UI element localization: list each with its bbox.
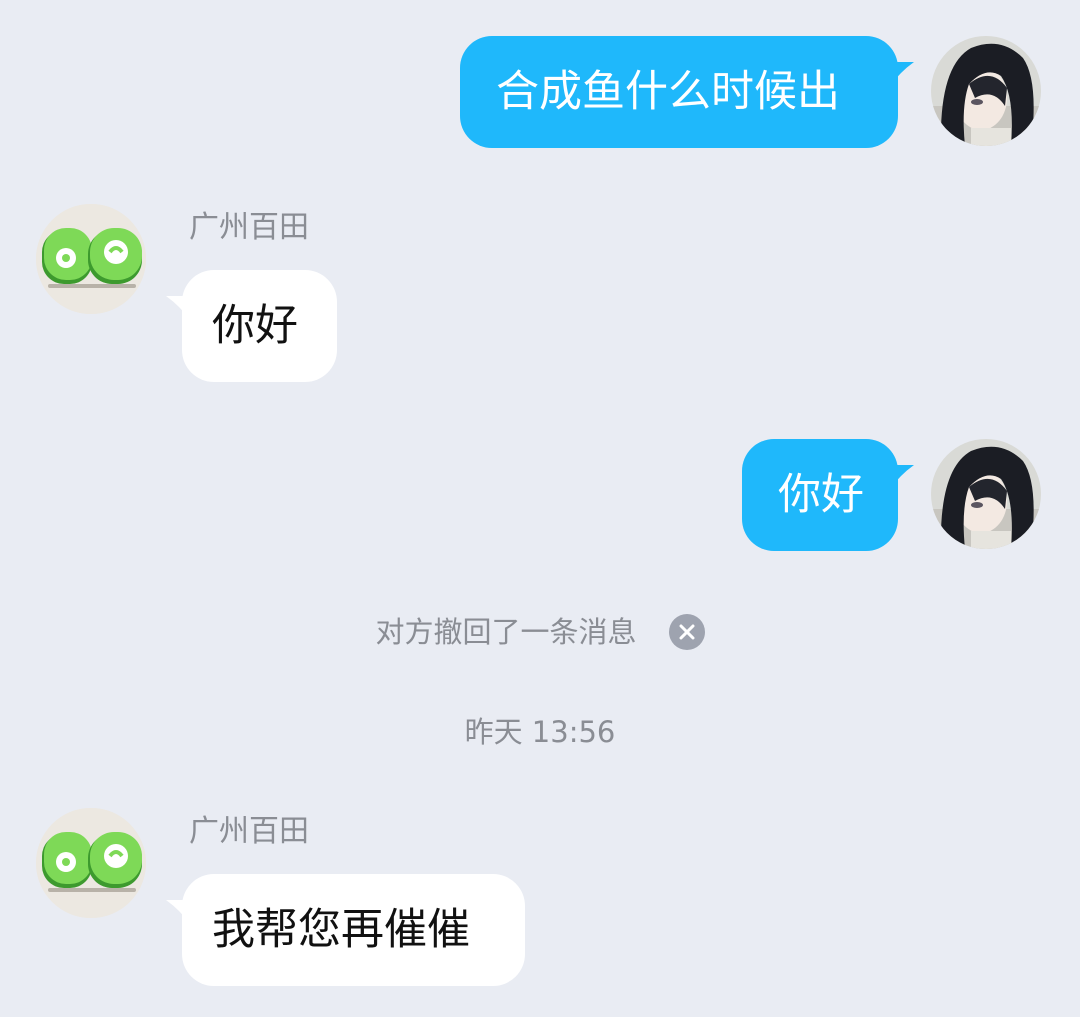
message-bubble-outgoing[interactable]: 你好 xyxy=(742,439,914,551)
bubble-tail xyxy=(166,296,190,320)
message-text: 我帮您再催催 xyxy=(212,905,470,955)
close-icon[interactable] xyxy=(668,614,705,650)
sender-name: 广州百田 xyxy=(189,814,309,849)
timestamp: 昨天 13:56 xyxy=(464,715,616,749)
message-bubble-incoming[interactable]: 你好 xyxy=(166,270,337,382)
contact-avatar[interactable] xyxy=(36,204,146,314)
recall-notice: 对方撤回了一条消息 xyxy=(0,612,1080,652)
message-text: 你好 xyxy=(212,301,298,351)
bubble-tail xyxy=(890,62,914,86)
sender-name: 广州百田 xyxy=(189,210,309,245)
recall-notice-text: 对方撤回了一条消息 xyxy=(375,615,637,649)
message-text: 你好 xyxy=(778,470,864,520)
message-bubble-outgoing[interactable]: 合成鱼什么时候出 xyxy=(460,36,914,148)
bubble-tail xyxy=(890,465,914,489)
message-bubble-incoming[interactable]: 我帮您再催催 xyxy=(166,874,525,986)
self-avatar[interactable] xyxy=(931,36,1041,146)
bubble-tail xyxy=(166,900,190,924)
message-text: 合成鱼什么时候出 xyxy=(496,67,840,117)
contact-avatar[interactable] xyxy=(36,808,146,918)
self-avatar[interactable] xyxy=(931,439,1041,549)
